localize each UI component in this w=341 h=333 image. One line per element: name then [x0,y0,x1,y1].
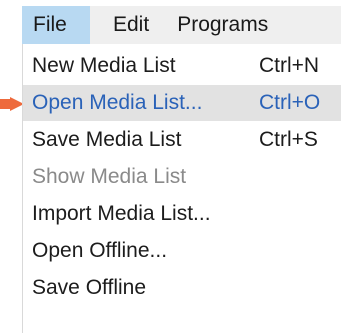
menu-file[interactable]: File [22,6,90,44]
file-dropdown-menu: New Media List Ctrl+N Open Media List...… [22,44,341,333]
menu-edit-label: Edit [113,13,150,36]
menu-edit[interactable]: Edit [90,6,149,44]
menu-item-save-media-list[interactable]: Save Media List Ctrl+S [23,122,341,158]
menu-item-label: Open Media List... [32,91,203,114]
menu-item-label: Save Offline [32,276,147,299]
menu-programs-label: Programs [177,13,269,36]
menu-item-label: Save Media List [32,128,182,151]
menu-item-open-media-list[interactable]: Open Media List... Ctrl+O [23,85,341,121]
menu-item-label: New Media List [32,54,176,77]
menu-item-show-media-list: Show Media List [23,159,341,195]
menu-item-shortcut: Ctrl+S [259,128,318,151]
menu-item-label: Open Offline... [32,239,168,262]
menu-item-shortcut: Ctrl+O [259,91,321,114]
menu-item-shortcut: Ctrl+N [259,54,320,77]
menu-item-new-media-list[interactable]: New Media List Ctrl+N [23,48,341,84]
menu-item-label: Import Media List... [32,202,211,225]
menu-bar: File Edit Programs [22,6,341,44]
menu-programs[interactable]: Programs [149,6,268,44]
menu-item-save-offline[interactable]: Save Offline [23,270,341,306]
menu-item-import-media-list[interactable]: Import Media List... [23,196,341,232]
menu-file-label: File [33,13,67,36]
screenshot-root: File Edit Programs New Media List Ctrl+N… [0,0,341,333]
menu-item-open-offline[interactable]: Open Offline... [23,233,341,269]
menu-item-label: Show Media List [32,165,187,188]
arrow-pointer-icon [0,97,24,111]
